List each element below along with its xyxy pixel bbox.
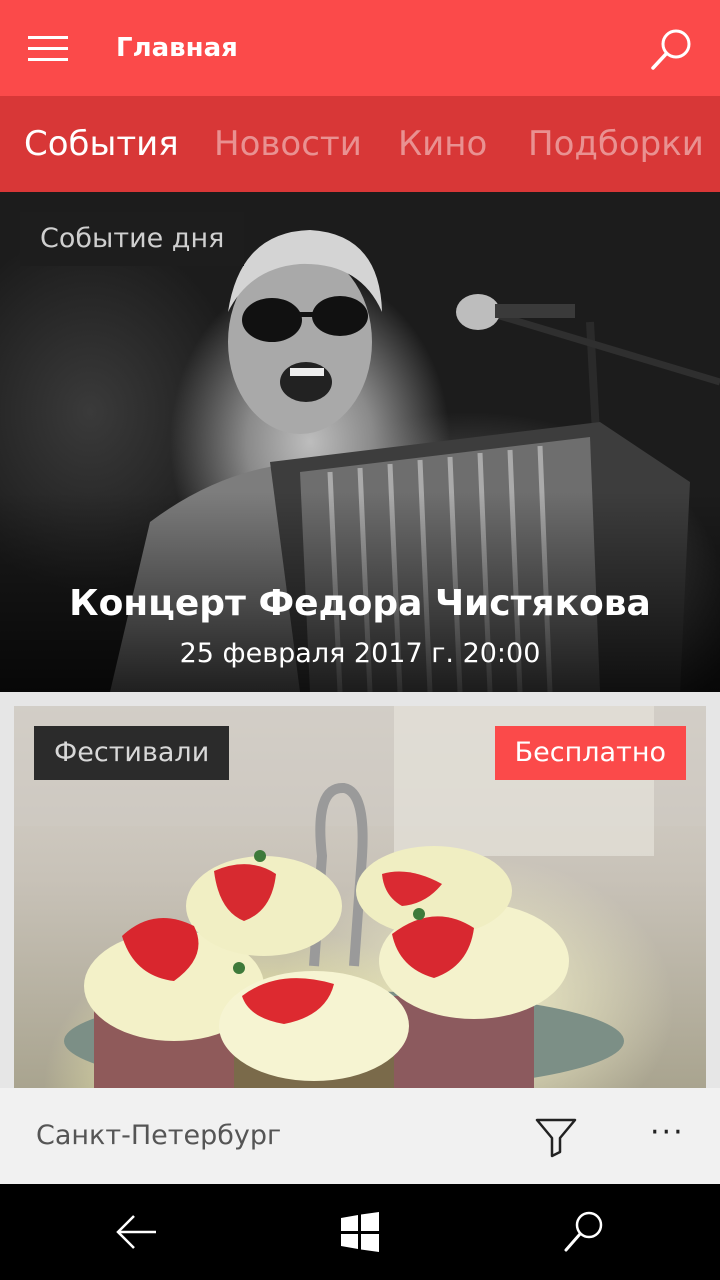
event-card[interactable]: Фестивали Бесплатно bbox=[14, 706, 706, 1088]
tab-news[interactable]: Новости bbox=[214, 122, 362, 166]
filter-icon[interactable] bbox=[534, 1114, 578, 1158]
event-of-day-card[interactable]: Событие дня Концерт Федора Чистякова 25 … bbox=[0, 192, 720, 692]
tab-cinema[interactable]: Кино bbox=[398, 122, 487, 166]
tab-collections[interactable]: Подборки bbox=[528, 122, 704, 166]
system-nav-bar bbox=[0, 1184, 720, 1280]
search-icon[interactable] bbox=[560, 1208, 608, 1256]
category-tag: Фестивали bbox=[34, 726, 230, 780]
windows-icon[interactable] bbox=[336, 1208, 384, 1256]
event-datetime: 25 февраля 2017 г. 20:00 bbox=[179, 638, 541, 669]
search-icon[interactable] bbox=[648, 26, 696, 74]
tab-strip: События Новости Кино Подборки bbox=[0, 96, 720, 192]
command-bar: Санкт-Петербург ··· bbox=[0, 1088, 720, 1184]
free-badge: Бесплатно bbox=[494, 726, 686, 780]
city-selector[interactable]: Санкт-Петербург bbox=[36, 1116, 281, 1156]
tab-events[interactable]: События bbox=[24, 122, 179, 166]
event-of-day-tag: Событие дня bbox=[20, 212, 245, 266]
hamburger-menu-icon[interactable] bbox=[28, 36, 68, 62]
back-arrow-icon[interactable] bbox=[112, 1208, 160, 1256]
page-title: Главная bbox=[116, 33, 238, 63]
event-title: Концерт Федора Чистякова bbox=[69, 583, 651, 624]
app-bar: Главная bbox=[0, 0, 720, 96]
more-options-button[interactable]: ··· bbox=[650, 1118, 694, 1154]
